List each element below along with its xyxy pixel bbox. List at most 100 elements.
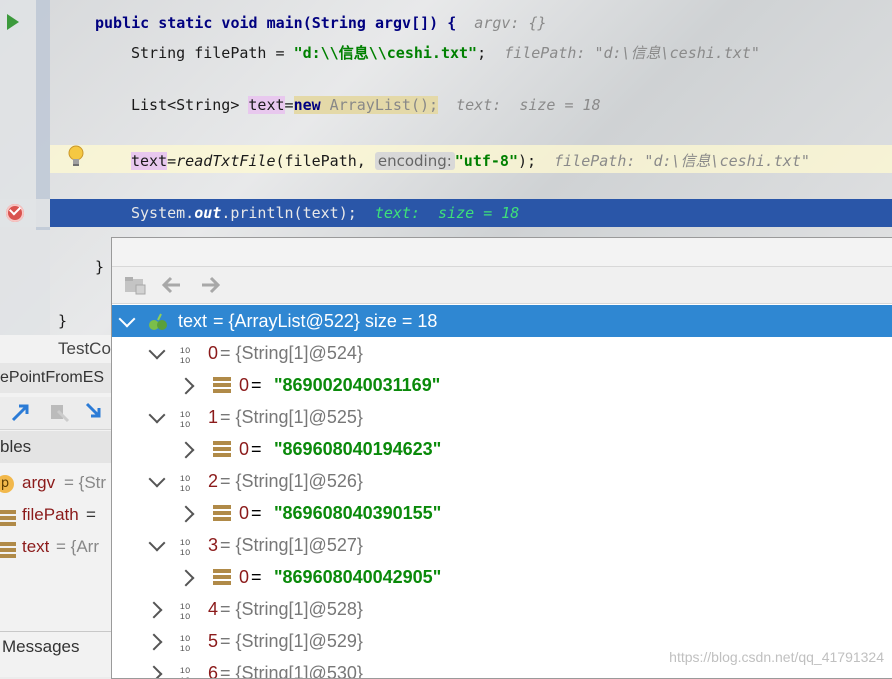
inline-value-text: text: size = 18	[456, 96, 601, 114]
child-index: 0	[239, 567, 250, 587]
tree-row-child[interactable]: 0 = "869608040194623"	[112, 433, 892, 465]
item-ref: = {String[1]@526}	[220, 471, 363, 491]
code-line-list: List<String> text=new ArrayList(); text:…	[131, 96, 601, 114]
read-var: text	[131, 152, 168, 170]
variable-value: = {Str	[64, 473, 107, 492]
variable-value: =	[86, 505, 96, 524]
tree-row-item[interactable]: ₁₀ ₁₀ 0 = {String[1]@524}	[112, 337, 892, 369]
item-ref: = {String[1]@524}	[220, 343, 363, 363]
filepath-decl: String filePath =	[131, 44, 294, 62]
chevron-right-icon[interactable]	[177, 569, 195, 587]
variable-row-text[interactable]: text = {Arr	[0, 534, 112, 566]
array-icon: ₁₀ ₁₀	[180, 403, 191, 429]
tree-row-child[interactable]: 0 = "869002040031169"	[112, 369, 892, 401]
list-eq: =	[284, 96, 294, 114]
list-new: new	[293, 96, 321, 114]
array-icon: ₁₀ ₁₀	[180, 627, 191, 653]
read-close: );	[518, 152, 537, 170]
field-icon	[213, 441, 231, 457]
item-ref: = {String[1]@528}	[220, 599, 363, 619]
child-index: 0	[239, 439, 250, 459]
item-index: 0	[208, 343, 219, 363]
messages-tab[interactable]: Messages	[2, 637, 79, 657]
breakpoint-icon[interactable]	[6, 203, 24, 222]
variable-name: argv	[22, 473, 56, 492]
read-eq: =	[167, 152, 177, 170]
item-index: 5	[208, 631, 219, 651]
child-value: "869608040042905"	[274, 567, 442, 587]
list-var: text	[248, 96, 285, 114]
popup-header	[112, 238, 892, 267]
list-type: List<String>	[131, 96, 249, 114]
forward-arrow-icon[interactable]	[200, 275, 220, 295]
array-icon: ₁₀ ₁₀	[180, 659, 191, 678]
step-out-icon[interactable]	[84, 401, 106, 423]
read-args: (filePath,	[275, 152, 375, 170]
chevron-right-icon[interactable]	[145, 601, 163, 619]
chevron-right-icon[interactable]	[177, 377, 195, 395]
code-line-filepath: String filePath = "d:\\信息\\ceshi.txt"; f…	[131, 42, 760, 63]
editor-tab-testco[interactable]: TestCo	[58, 339, 112, 359]
child-eq: =	[251, 439, 262, 459]
item-ref: = {String[1]@529}	[220, 631, 363, 651]
variables-label: bles	[0, 437, 32, 456]
print-out: out	[194, 204, 222, 222]
filepath-semicolon: ;	[477, 44, 487, 62]
chevron-down-icon[interactable]	[148, 342, 166, 360]
child-eq: =	[251, 567, 262, 587]
child-value: "869002040031169"	[274, 375, 441, 395]
folder-icon[interactable]	[124, 275, 146, 295]
lightbulb-icon[interactable]	[67, 144, 85, 168]
inline-value-filepath-2: filePath: "d:\信息\ceshi.txt"	[554, 152, 810, 170]
print-post: .println(text);	[221, 204, 357, 222]
print-pre: System.	[131, 204, 195, 222]
child-eq: =	[251, 375, 262, 395]
chevron-right-icon[interactable]	[177, 505, 195, 523]
watch-variable-icon	[149, 313, 167, 330]
root-var-value: = {ArrayList@522} size = 18	[213, 311, 438, 331]
chevron-right-icon[interactable]	[145, 633, 163, 651]
variable-row-argv[interactable]: p argv = {Str	[0, 470, 112, 502]
main-signature: public static void main(String argv[]) {	[95, 14, 457, 32]
step-disabled-icon[interactable]	[48, 401, 70, 423]
tree-row-item[interactable]: ₁₀ ₁₀ 3 = {String[1]@527}	[112, 529, 892, 561]
tree-row-child[interactable]: 0 = "869608040390155"	[112, 497, 892, 529]
item-index: 6	[208, 663, 219, 678]
step-into-icon[interactable]	[10, 401, 32, 423]
code-line-class-close: }	[58, 312, 68, 330]
field-icon	[213, 569, 231, 585]
code-line-read: text=readTxtFile(filePath, encoding: "utf…	[131, 150, 810, 171]
chevron-down-icon[interactable]	[148, 406, 166, 424]
chevron-down-icon[interactable]	[148, 470, 166, 488]
run-icon[interactable]	[7, 14, 19, 30]
item-index: 2	[208, 471, 219, 491]
item-ref: = {String[1]@530}	[220, 663, 363, 678]
chevron-down-icon[interactable]	[118, 310, 136, 328]
array-icon: ₁₀ ₁₀	[180, 595, 191, 621]
tree-row-item[interactable]: ₁₀ ₁₀ 1 = {String[1]@525}	[112, 401, 892, 433]
tree-row-item[interactable]: ₁₀ ₁₀ 2 = {String[1]@526}	[112, 465, 892, 497]
child-index: 0	[239, 375, 250, 395]
chevron-down-icon[interactable]	[148, 534, 166, 552]
parameter-icon: p	[0, 475, 14, 493]
read-call: readTxtFile	[176, 152, 276, 170]
chevron-right-icon[interactable]	[145, 665, 163, 678]
variable-row-filepath[interactable]: filePath =	[0, 502, 112, 534]
item-index: 4	[208, 599, 219, 619]
chevron-right-icon[interactable]	[177, 441, 195, 459]
frame-label[interactable]: ePointFromES	[0, 369, 110, 387]
code-line-main: public static void main(String argv[]) {…	[95, 14, 547, 32]
inline-value-text-2: text: size = 18	[374, 204, 520, 222]
inline-value-filepath: filePath: "d:\信息\ceshi.txt"	[504, 44, 760, 62]
back-arrow-icon[interactable]	[162, 275, 182, 295]
tree-row-item[interactable]: ₁₀ ₁₀ 4 = {String[1]@528}	[112, 593, 892, 625]
tree-row-root[interactable]: text = {ArrayList@522} size = 18	[112, 305, 892, 337]
child-index: 0	[239, 503, 250, 523]
item-index: 3	[208, 535, 219, 555]
child-value: "869608040390155"	[274, 503, 442, 523]
variable-tree: text = {ArrayList@522} size = 18 ₁₀ ₁₀ 0 …	[112, 304, 892, 678]
tree-row-child[interactable]: 0 = "869608040042905"	[112, 561, 892, 593]
array-icon: ₁₀ ₁₀	[180, 467, 191, 493]
item-index: 1	[208, 407, 219, 427]
code-line-print: System.out.println(text); text: size = 1…	[131, 204, 519, 222]
